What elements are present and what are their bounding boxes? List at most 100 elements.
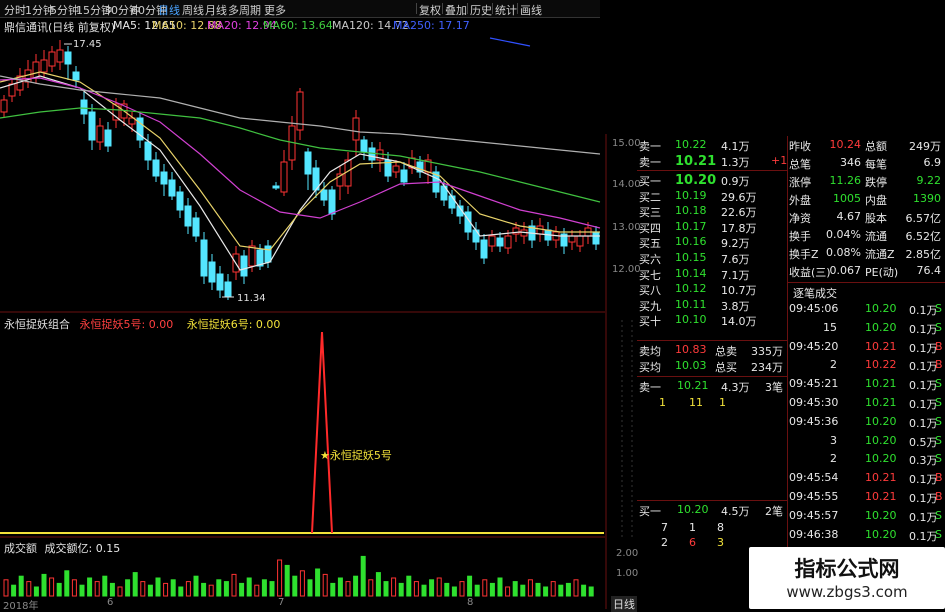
stat-value: 0.04% (826, 228, 861, 241)
queue-buy-item: 6 (689, 536, 715, 550)
watermark: 指标公式网 www.zbgs3.com (749, 547, 945, 609)
period-tab-2[interactable]: 5分钟 (50, 2, 79, 18)
volume-bar (406, 575, 412, 597)
avg-price: 10.83 (675, 343, 707, 356)
candle-body (104, 129, 112, 147)
candle-body (56, 49, 64, 63)
queue-price: 10.21 (677, 379, 709, 392)
ma250-line (489, 37, 531, 47)
ob-volume: 7.1万 (721, 268, 750, 282)
tick-time: 09:45:36 (789, 414, 839, 428)
queue-item: 6 (689, 536, 696, 549)
stat-value: 6.52亿 (905, 230, 942, 243)
ob-price: 10.11 (675, 297, 707, 311)
avg-label: 买均 (639, 361, 661, 374)
volume-bar (315, 568, 321, 597)
total-label: 总卖 (715, 345, 737, 358)
volume-bar (56, 582, 62, 597)
orderbook-buy-5[interactable]: 买六 10.15 7.6万 (637, 251, 787, 266)
tick-direction: S (935, 414, 942, 428)
volume-bar (467, 575, 473, 597)
orderbook-buy-6[interactable]: 买七 10.14 7.1万 (637, 267, 787, 282)
toolbar-button-2[interactable]: 历史 (470, 2, 492, 18)
orderbook-buy-0[interactable]: 买一 10.20 0.9万 (637, 173, 787, 188)
candle-body (264, 245, 272, 263)
candle-body (320, 189, 328, 201)
volume-bar (254, 584, 260, 597)
period-tab-9[interactable]: 多周期 (228, 2, 261, 18)
candle-body (0, 99, 8, 113)
x-label-1: 6 (107, 597, 114, 608)
candle-body (536, 225, 544, 235)
volume-bar (292, 575, 298, 597)
ma-legend: 鼎信通讯(日线 前复权) MA5: 12.65 MA10: 12.88 MA20… (0, 19, 600, 34)
period-tab-10[interactable]: 更多 (264, 2, 286, 18)
toolbar-button-0[interactable]: 复权 (419, 2, 441, 18)
volume-bar (3, 579, 9, 597)
candle-body (184, 205, 192, 227)
quote-panel: 卖一 10.22 4.1万 卖一 10.21 1.3万 +1 买一 10.20 0.9万 买二 10.… (637, 136, 945, 609)
volume-bar (345, 581, 351, 597)
ob-volume: 0.9万 (721, 175, 750, 188)
candle-body (360, 139, 368, 153)
tick-time: 09:45:30 (789, 396, 839, 409)
orderbook-buy-1[interactable]: 买二 10.19 29.6万 (637, 189, 787, 204)
queue-volume: 4.3万 (721, 381, 750, 394)
volume-bar (132, 572, 138, 597)
toolbar-separator (517, 3, 518, 14)
period-tag[interactable]: 日线 (611, 596, 637, 612)
toolbar-button-4[interactable]: 画线 (520, 2, 542, 18)
orderbook-buy-9[interactable]: 买十 10.10 14.0万 (637, 313, 787, 328)
ob-price: 10.17 (675, 219, 707, 233)
volume-bar (178, 586, 184, 597)
volume-bar (565, 582, 571, 597)
tick-price: 10.20 (865, 433, 897, 447)
volume-bar (451, 586, 457, 597)
orderbook-buy-3[interactable]: 买四 10.17 17.8万 (637, 219, 787, 235)
tick-direction: S (935, 320, 942, 334)
tick-direction: B (935, 490, 943, 503)
orderbook-sell1[interactable]: 卖一 10.21 1.3万 +1 (637, 154, 787, 169)
candle-body (40, 59, 48, 73)
tick-time: 09:45:55 (789, 490, 839, 503)
toolbar-button-3[interactable]: 统计 (495, 2, 517, 18)
ob-volume: 22.6万 (721, 206, 757, 220)
candle-body (504, 235, 512, 249)
queue-label: 卖一 (639, 381, 661, 394)
tick-time: 09:45:20 (789, 339, 839, 353)
stat-key: 涨停 (789, 176, 811, 189)
volume-bar (216, 579, 222, 597)
queue-label: 买一 (639, 505, 661, 518)
orderbook-sell-top[interactable]: 卖一 10.22 4.1万 (637, 138, 787, 153)
volume-bar (163, 582, 169, 597)
tick-volume: 0.1万 (909, 510, 938, 524)
period-tab-6[interactable]: 日线 (158, 2, 180, 18)
queue-buy-header: 买一 10.20 4.5万 2笔 (637, 503, 787, 518)
volume-bar (474, 584, 480, 597)
orderbook-buy-8[interactable]: 买九 10.11 3.8万 (637, 297, 787, 313)
tick-row: 09:45:20 10.21 0.1万 B (789, 339, 945, 355)
volume-bar (170, 579, 176, 597)
total-value: 335万 (751, 345, 783, 358)
candle-body (176, 191, 184, 211)
tick-volume: 0.1万 (909, 492, 938, 505)
orderbook-buy-7[interactable]: 买八 10.12 10.7万 (637, 282, 787, 297)
volume-bar (79, 584, 85, 597)
volume-bar (18, 575, 24, 597)
orderbook-buy-2[interactable]: 买三 10.18 22.6万 (637, 204, 787, 220)
period-tab-8[interactable]: 月线 (205, 2, 227, 18)
period-tab-0[interactable]: 分时 (4, 2, 26, 18)
period-tab-7[interactable]: 周线 (182, 2, 204, 18)
candle-body (208, 261, 216, 283)
candle-body (88, 111, 96, 141)
tick-direction: B (935, 471, 943, 485)
orderbook-buy-4[interactable]: 买五 10.16 9.2万 (637, 235, 787, 250)
queue-item: 8 (717, 521, 724, 534)
tick-row: 2 10.20 0.3万S (789, 452, 945, 467)
volume-bar (284, 564, 290, 597)
tick-volume: 0.1万 (909, 416, 938, 430)
candle-body (400, 169, 408, 183)
toolbar-button-1[interactable]: 叠加 (445, 2, 467, 18)
panel-separator (637, 170, 787, 171)
tick-volume: 0.1万 (909, 341, 938, 355)
